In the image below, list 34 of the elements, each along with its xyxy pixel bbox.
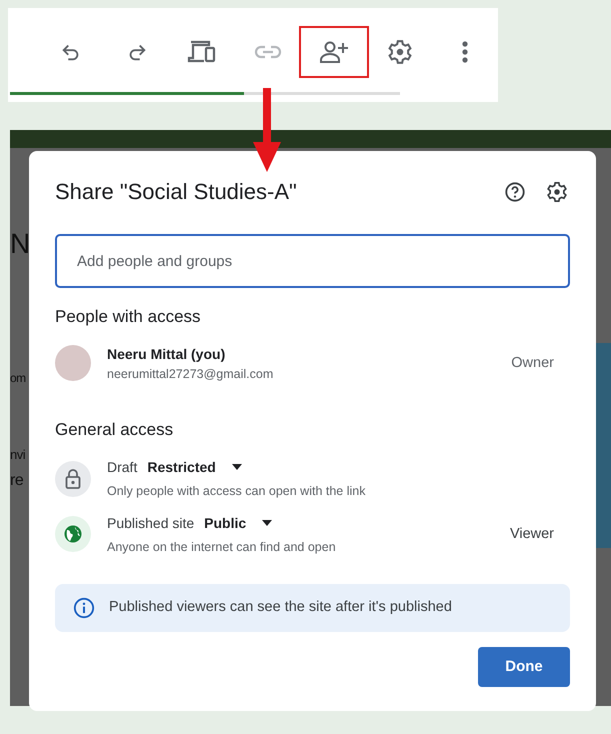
caret-icon	[262, 520, 272, 526]
role-label: Owner	[511, 354, 554, 372]
person-name: Neeru Mittal (you)	[107, 344, 226, 364]
access-dropdown[interactable]: Restricted	[137, 456, 242, 478]
settings-icon	[546, 180, 568, 202]
access-description: Only people with access can open with the link	[107, 482, 366, 500]
link-icon	[254, 44, 282, 60]
person-email: neerumittal27273@gmail.com	[107, 366, 274, 383]
role-label: Viewer	[510, 524, 554, 544]
background-text: nvi	[10, 448, 26, 461]
section-heading: General access	[55, 419, 174, 442]
add-person-button[interactable]	[300, 28, 367, 76]
background-text: om	[10, 372, 27, 384]
info-icon	[73, 597, 95, 620]
settings-icon	[386, 39, 413, 65]
more-icon	[461, 40, 470, 64]
access-label: Published site	[107, 514, 194, 532]
add-people-field[interactable]: Add people and groups	[55, 234, 570, 288]
section-heading: People with access	[55, 306, 202, 328]
info-text: Published viewers can see the site after it's published	[109, 598, 452, 618]
background-text: N	[10, 230, 29, 258]
add-person-icon	[318, 40, 349, 64]
avatar-photo	[55, 345, 91, 382]
access-dropdown[interactable]: Public	[194, 512, 272, 534]
lock-icon	[65, 468, 81, 489]
dialog-title: Share "Social Studies-A"	[55, 178, 298, 206]
devices-icon	[187, 40, 218, 64]
done-button[interactable]: Done	[478, 647, 570, 688]
access-label: Draft	[107, 458, 138, 477]
background-text: re	[10, 473, 24, 489]
help-icon	[504, 180, 526, 202]
caret-icon	[232, 464, 242, 470]
access-description: Anyone on the internet can find and open	[107, 538, 337, 556]
globe-icon	[64, 525, 82, 544]
